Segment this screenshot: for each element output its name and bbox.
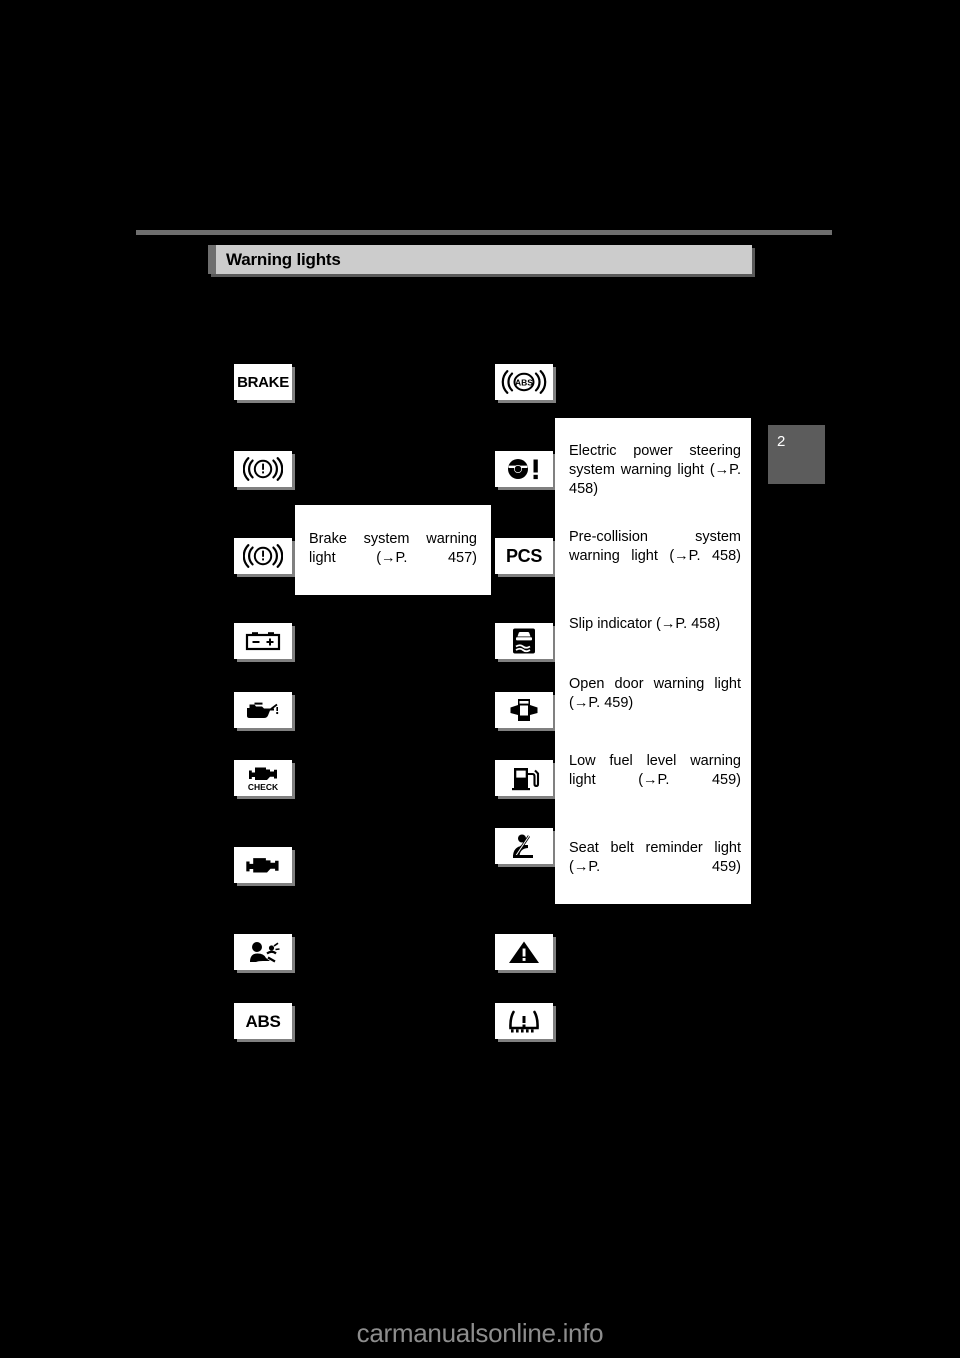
master-warning-icon bbox=[495, 934, 553, 970]
callout-slip-text: Slip indicator (→P. 458) bbox=[569, 616, 721, 632]
header-rule bbox=[136, 230, 832, 235]
section-header: Warning lights bbox=[208, 245, 752, 274]
brake-circle-glyph bbox=[243, 457, 283, 481]
callout-eps: Electric power steering system warning l… bbox=[569, 442, 741, 518]
open-door-warning-icon bbox=[495, 692, 553, 728]
callout-seat-belt-text: Seat belt reminder light (→P. 459) bbox=[569, 840, 741, 875]
battery-glyph bbox=[245, 632, 281, 651]
page-title: Warning lights bbox=[226, 249, 341, 269]
engine-glyph bbox=[248, 767, 277, 780]
pcs-label: PCS bbox=[505, 546, 543, 566]
brake-system-warning-icon-2 bbox=[234, 538, 292, 574]
electric-power-steering-warning-icon bbox=[495, 451, 553, 487]
slip-glyph bbox=[513, 628, 535, 654]
tire-pressure-warning-icon bbox=[495, 1003, 553, 1039]
site-watermark: carmanualsonline.info bbox=[356, 1318, 604, 1348]
callout-open-door: Open door warning light (→P. 459) bbox=[569, 675, 741, 713]
abs-warning-icon: ABS bbox=[495, 364, 553, 400]
malfunction-indicator-lamp-icon bbox=[234, 847, 292, 883]
callout-pcs: Pre-collision system warning light (→P. … bbox=[569, 528, 741, 585]
callout-low-fuel: Low fuel level warning light (→P. 459) bbox=[569, 752, 741, 809]
abs-warning-text-icon: ABS bbox=[234, 1003, 292, 1039]
charging-system-warning-icon bbox=[234, 623, 292, 659]
fuel-pump-glyph bbox=[512, 768, 540, 791]
callout-pcs-text: Pre-collision system warning light (→P. … bbox=[569, 529, 741, 564]
tire-pressure-glyph bbox=[509, 1010, 539, 1032]
airbag-glyph bbox=[250, 941, 280, 962]
brake-circle-glyph-2 bbox=[243, 544, 283, 568]
oil-can-glyph bbox=[247, 702, 279, 718]
callout-seat-belt: Seat belt reminder light (→P. 459) bbox=[569, 839, 741, 896]
steering-wheel-glyph bbox=[508, 459, 538, 480]
brake-warning-text-icon: BRAKE bbox=[234, 364, 292, 400]
callout-low-fuel-text: Low fuel level warning light (→P. 459) bbox=[569, 753, 741, 788]
seat-belt-glyph bbox=[513, 834, 533, 858]
low-fuel-level-warning-icon bbox=[495, 760, 553, 796]
warning-triangle-glyph bbox=[509, 941, 539, 963]
svg-text:ABS: ABS bbox=[515, 377, 533, 387]
check-engine-label: CHECK bbox=[247, 781, 279, 792]
abs-brackets-glyph: ABS bbox=[501, 370, 547, 394]
chapter-tab: 2 bbox=[768, 425, 825, 484]
slip-indicator-icon bbox=[495, 623, 553, 659]
srs-airbag-warning-icon bbox=[234, 934, 292, 970]
pre-collision-system-warning-icon: PCS bbox=[495, 538, 553, 574]
brake-warning-text-label: BRAKE bbox=[237, 373, 289, 391]
brake-system-warning-icon bbox=[234, 451, 292, 487]
brake-system-callout-text: Brake system warning light (→P. 457) bbox=[309, 531, 477, 566]
chapter-number: 2 bbox=[777, 433, 786, 450]
abs-warning-text-label: ABS bbox=[245, 1011, 281, 1031]
brake-system-callout: Brake system warning light (→P. 457) bbox=[295, 505, 491, 595]
callout-open-door-text: Open door warning light (→P. 459) bbox=[569, 676, 741, 711]
manual-page: Warning lights 2 BRAKE CHECK ABS ABS PCS… bbox=[0, 0, 960, 1358]
check-engine-warning-icon: CHECK bbox=[234, 760, 292, 796]
right-callout-panel: Electric power steering system warning l… bbox=[555, 418, 751, 904]
seat-belt-reminder-icon bbox=[495, 828, 553, 864]
section-header-accent-bar bbox=[208, 245, 216, 274]
callout-eps-text: Electric power steering system warning l… bbox=[569, 443, 741, 497]
callout-slip: Slip indicator (→P. 458) bbox=[569, 615, 741, 634]
open-door-glyph bbox=[510, 699, 538, 721]
low-engine-oil-pressure-warning-icon bbox=[234, 692, 292, 728]
engine-glyph-2 bbox=[246, 858, 279, 873]
